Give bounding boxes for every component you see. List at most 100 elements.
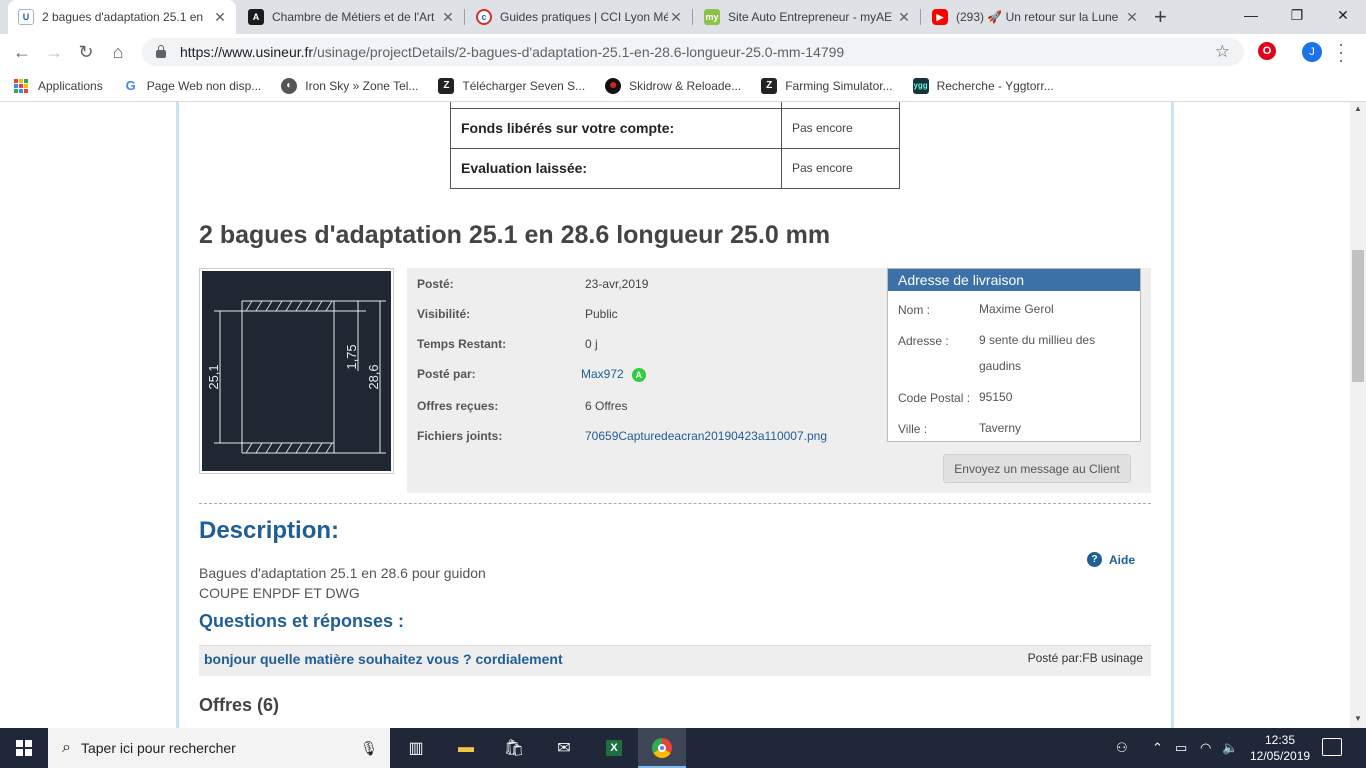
scroll-up-icon[interactable]: ▲ — [1354, 104, 1362, 113]
task-view-icon[interactable]: ▥ — [392, 728, 440, 768]
dimension-label: 1,75 — [344, 344, 359, 369]
project-thumbnail[interactable]: 25,1 1,75 28,6 — [199, 268, 394, 474]
volume-icon[interactable]: 🔈 — [1222, 728, 1238, 768]
forward-arrow-icon[interactable]: → — [42, 40, 66, 64]
bookmark-yggtorrent[interactable]: ygg Recherche - Yggtorr... — [912, 77, 1054, 94]
skull-icon: ☻ — [605, 77, 622, 94]
project-status-table: Fonds libérés sur votre compte: Pas enco… — [450, 102, 900, 189]
notifications-icon[interactable] — [1322, 738, 1342, 756]
qa-heading: Questions et réponses : — [199, 611, 405, 631]
help-link[interactable]: ? Aide — [1087, 552, 1135, 567]
tab-usineur[interactable]: U 2 bagues d'adaptation 25.1 en ✕ — [8, 0, 236, 34]
tab-separator — [920, 9, 921, 25]
send-message-button[interactable]: Envoyez un message au Client — [943, 454, 1131, 483]
close-tab-icon[interactable]: ✕ — [212, 9, 228, 26]
clock-date: 12/05/2019 — [1250, 749, 1311, 763]
status-row: Fonds libérés sur votre compte: Pas enco… — [450, 107, 900, 149]
new-tab-button[interactable]: + — [1154, 4, 1167, 30]
section-divider — [199, 503, 1151, 504]
close-tab-icon[interactable]: ✕ — [668, 9, 684, 26]
tab-myae[interactable]: my Site Auto Entrepreneur - myAE ✕ — [694, 0, 920, 34]
page-scrollbar[interactable]: ▲ ▼ — [1350, 102, 1366, 728]
author-link[interactable]: Max972 — [581, 367, 624, 381]
youtube-favicon-icon: ▶ — [932, 9, 948, 25]
tab-chambre-metiers[interactable]: A Chambre de Métiers et de l'Art ✕ — [238, 0, 464, 34]
bookmark-iron-sky[interactable]: ◐ Iron Sky » Zone Tel... — [281, 77, 418, 94]
technical-drawing-image: 25,1 1,75 28,6 — [206, 300, 386, 454]
bookmark-telecharger[interactable]: Z Télécharger Seven S... — [438, 77, 585, 94]
status-row: Evaluation laissée: Pas encore — [450, 147, 900, 189]
tab-strip: U 2 bagues d'adaptation 25.1 en ✕ A Cham… — [0, 0, 1366, 34]
qa-item: bonjour quelle matière souhaitez vous ? … — [199, 645, 1151, 676]
bookmark-page-web[interactable]: G Page Web non disp... — [123, 78, 262, 94]
back-arrow-icon[interactable]: ← — [10, 40, 34, 64]
store-icon[interactable]: 🛍 — [490, 728, 538, 768]
verified-badge: A — [631, 368, 646, 382]
tab-youtube[interactable]: ▶ (293) 🚀 Un retour sur la Lune ✕ — [922, 0, 1148, 34]
description-line: Bagues d'adaptation 25.1 en 28.6 pour gu… — [199, 565, 486, 581]
delivery-address-box: Adresse de livraison Nom : Maxime Gerol … — [887, 268, 1141, 442]
profile-avatar[interactable]: J — [1302, 42, 1322, 62]
scrollbar-thumb[interactable] — [1352, 250, 1364, 382]
zt-icon: Z — [761, 77, 778, 94]
dimension-label: 25,1 — [206, 364, 221, 389]
minimize-window-icon[interactable]: — — [1228, 0, 1274, 30]
scroll-down-icon[interactable]: ▼ — [1354, 714, 1362, 723]
chrome-icon[interactable] — [638, 728, 686, 768]
browser-menu-icon[interactable]: · · · — [1336, 35, 1346, 69]
close-tab-icon[interactable]: ✕ — [896, 9, 912, 26]
status-label: Fonds libérés sur votre compte: — [450, 107, 782, 149]
status-value: Pas encore — [781, 147, 900, 189]
tab-title: Guides pratiques | CCI Lyon Mé — [500, 10, 668, 24]
start-button[interactable] — [0, 728, 48, 768]
status-value: Pas encore — [781, 107, 900, 149]
lock-icon — [156, 45, 166, 58]
wifi-icon[interactable]: ◠ — [1200, 728, 1211, 768]
close-tab-icon[interactable]: ✕ — [1124, 9, 1140, 26]
clock-time: 12:35 — [1264, 733, 1296, 747]
cma-favicon-icon: A — [248, 9, 264, 25]
attachment-link[interactable]: 70659Capturedeacran20190423a110007.png — [585, 429, 827, 443]
mail-icon[interactable]: ✉ — [540, 728, 588, 768]
battery-icon[interactable]: ▭ — [1175, 728, 1187, 768]
restore-window-icon[interactable]: ❐ — [1274, 0, 1320, 30]
google-icon: G — [125, 78, 136, 93]
tab-cci-lyon[interactable]: c Guides pratiques | CCI Lyon Mé ✕ — [466, 0, 692, 34]
help-icon: ? — [1087, 552, 1102, 567]
url-path: /usinage/projectDetails/2-bagues-d'adapt… — [313, 44, 845, 60]
excel-icon[interactable]: X — [590, 728, 638, 768]
home-icon[interactable]: ⌂ — [106, 40, 130, 64]
page-viewport: Fonds libérés sur votre compte: Pas enco… — [0, 102, 1350, 728]
taskbar-clock[interactable]: 12:35 12/05/2019 — [1250, 732, 1310, 764]
tab-title: Site Auto Entrepreneur - myAE — [728, 10, 893, 24]
tab-title: Chambre de Métiers et de l'Art — [272, 10, 435, 24]
project-title: 2 bagues d'adaptation 25.1 en 28.6 longu… — [199, 221, 831, 249]
zt-icon: Z — [438, 77, 455, 94]
tray-expand-icon[interactable]: ⌃ — [1152, 728, 1163, 768]
url-host: https://www.usineur.fr — [180, 44, 314, 60]
bookmark-skidrow[interactable]: ☻ Skidrow & Reloade... — [605, 77, 741, 94]
search-placeholder: Taper ici pour rechercher — [80, 740, 236, 756]
description-line: COUPE ENPDF ET DWG — [199, 585, 360, 601]
qa-question-link[interactable]: bonjour quelle matière souhaitez vous ? … — [204, 651, 563, 667]
file-explorer-icon[interactable]: ▬ — [442, 728, 490, 768]
people-icon[interactable]: ⚇ — [1116, 728, 1128, 768]
bookmark-applications[interactable]: Applications — [14, 78, 103, 93]
close-window-icon[interactable]: ✕ — [1320, 0, 1366, 30]
bookmark-star-icon[interactable]: ☆ — [1215, 42, 1230, 62]
microphone-icon[interactable]: 🎙 — [360, 740, 378, 757]
apps-grid-icon — [14, 78, 28, 93]
taskbar-search[interactable]: ⌕ Taper ici pour rechercher 🎙 — [48, 728, 390, 768]
opera-extension-icon[interactable]: O — [1258, 42, 1276, 60]
offers-heading: Offres (6) — [199, 695, 280, 715]
ygg-icon: ygg — [912, 77, 929, 94]
browser-toolbar: ← → ↻ ⌂ https://www.usineur.fr/usinage/p… — [0, 34, 1366, 70]
tab-title: 2 bagues d'adaptation 25.1 en — [42, 10, 204, 24]
description-heading: Description: — [199, 517, 340, 544]
reload-icon[interactable]: ↻ — [74, 40, 98, 64]
address-bar[interactable]: https://www.usineur.fr/usinage/projectDe… — [142, 38, 1244, 66]
close-tab-icon[interactable]: ✕ — [440, 9, 456, 26]
bookmarks-bar: Applications G Page Web non disp... ◐ Ir… — [0, 70, 1366, 102]
bookmark-farming[interactable]: Z Farming Simulator... — [761, 77, 893, 94]
address-header: Adresse de livraison — [888, 269, 1140, 291]
